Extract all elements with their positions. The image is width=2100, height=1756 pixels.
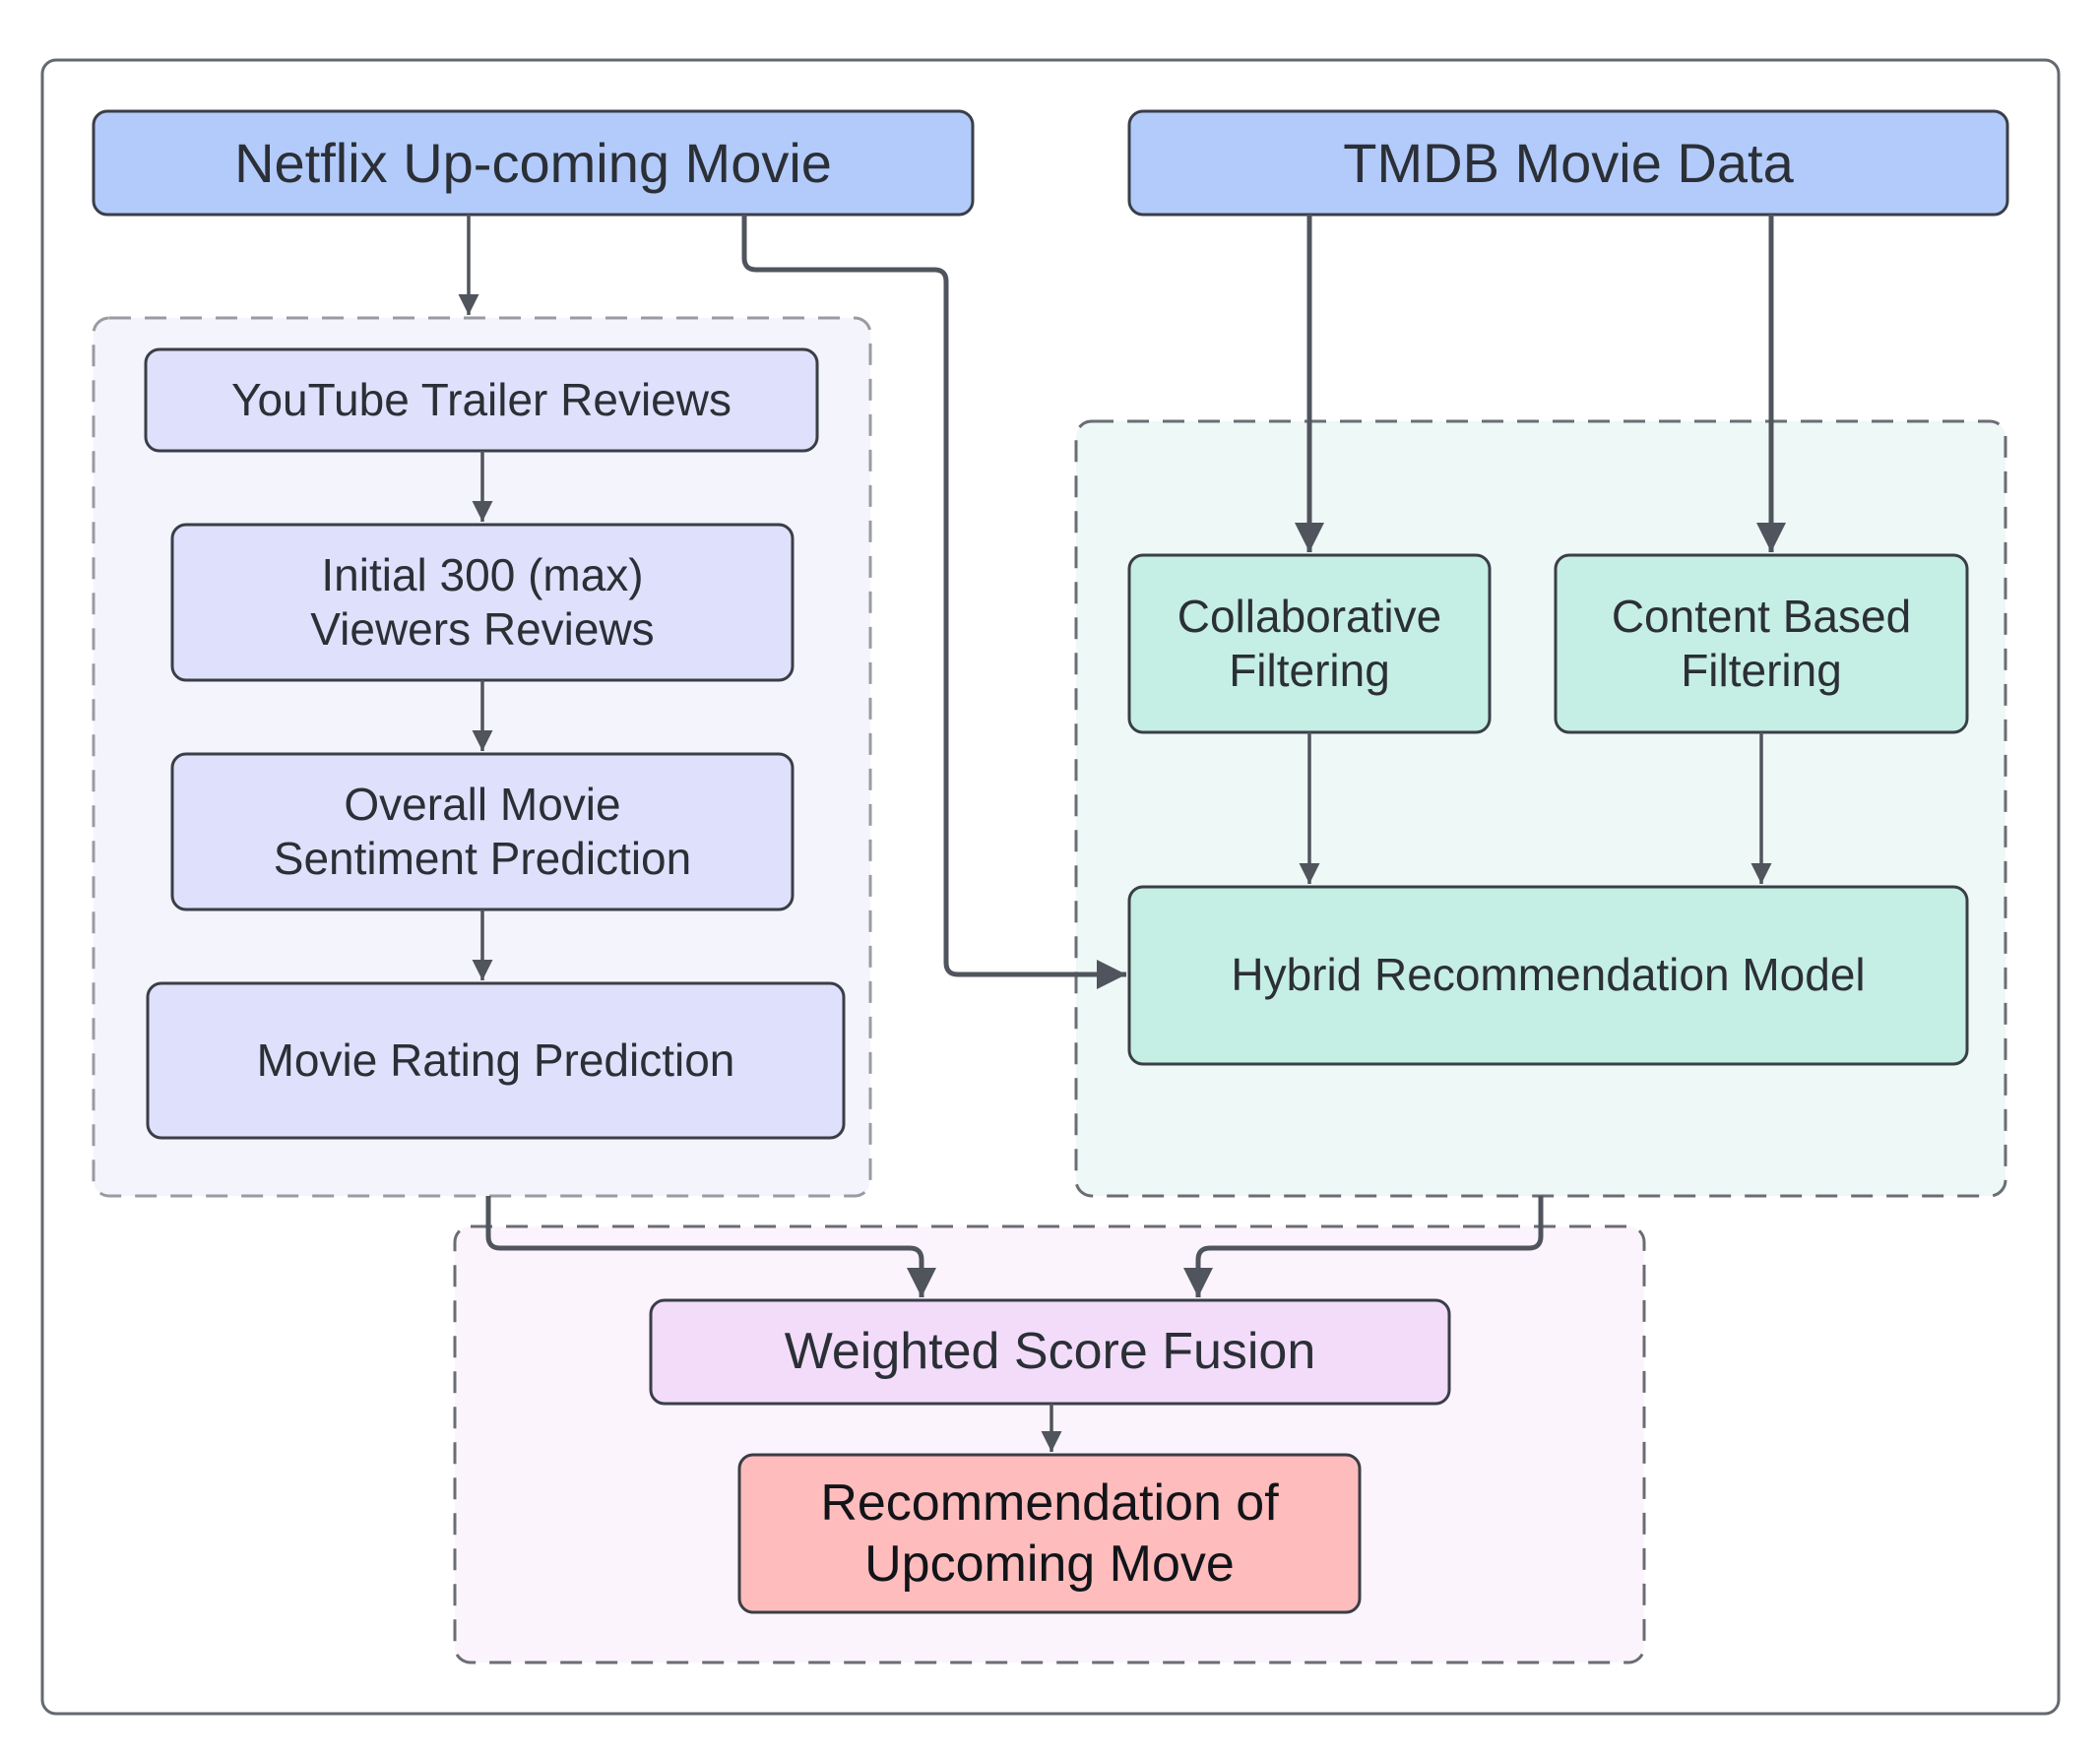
content-filtering-box[interactable]: [1554, 553, 1969, 734]
diagram-canvas: [40, 58, 2061, 1716]
sentiment-prediction-box[interactable]: [170, 752, 795, 911]
initial-reviews-box[interactable]: [170, 523, 795, 682]
weighted-fusion-box[interactable]: [649, 1298, 1451, 1406]
hybrid-model-box[interactable]: [1127, 885, 1969, 1066]
collaborative-filtering-box[interactable]: [1127, 553, 1492, 734]
netflix-box[interactable]: [92, 109, 975, 217]
rating-prediction-box[interactable]: [146, 981, 846, 1140]
recommender-group: [1074, 419, 2007, 1198]
tmdb-box[interactable]: [1127, 109, 2009, 217]
youtube-reviews-box[interactable]: [144, 347, 819, 453]
recommendation-output-box[interactable]: [737, 1453, 1362, 1614]
